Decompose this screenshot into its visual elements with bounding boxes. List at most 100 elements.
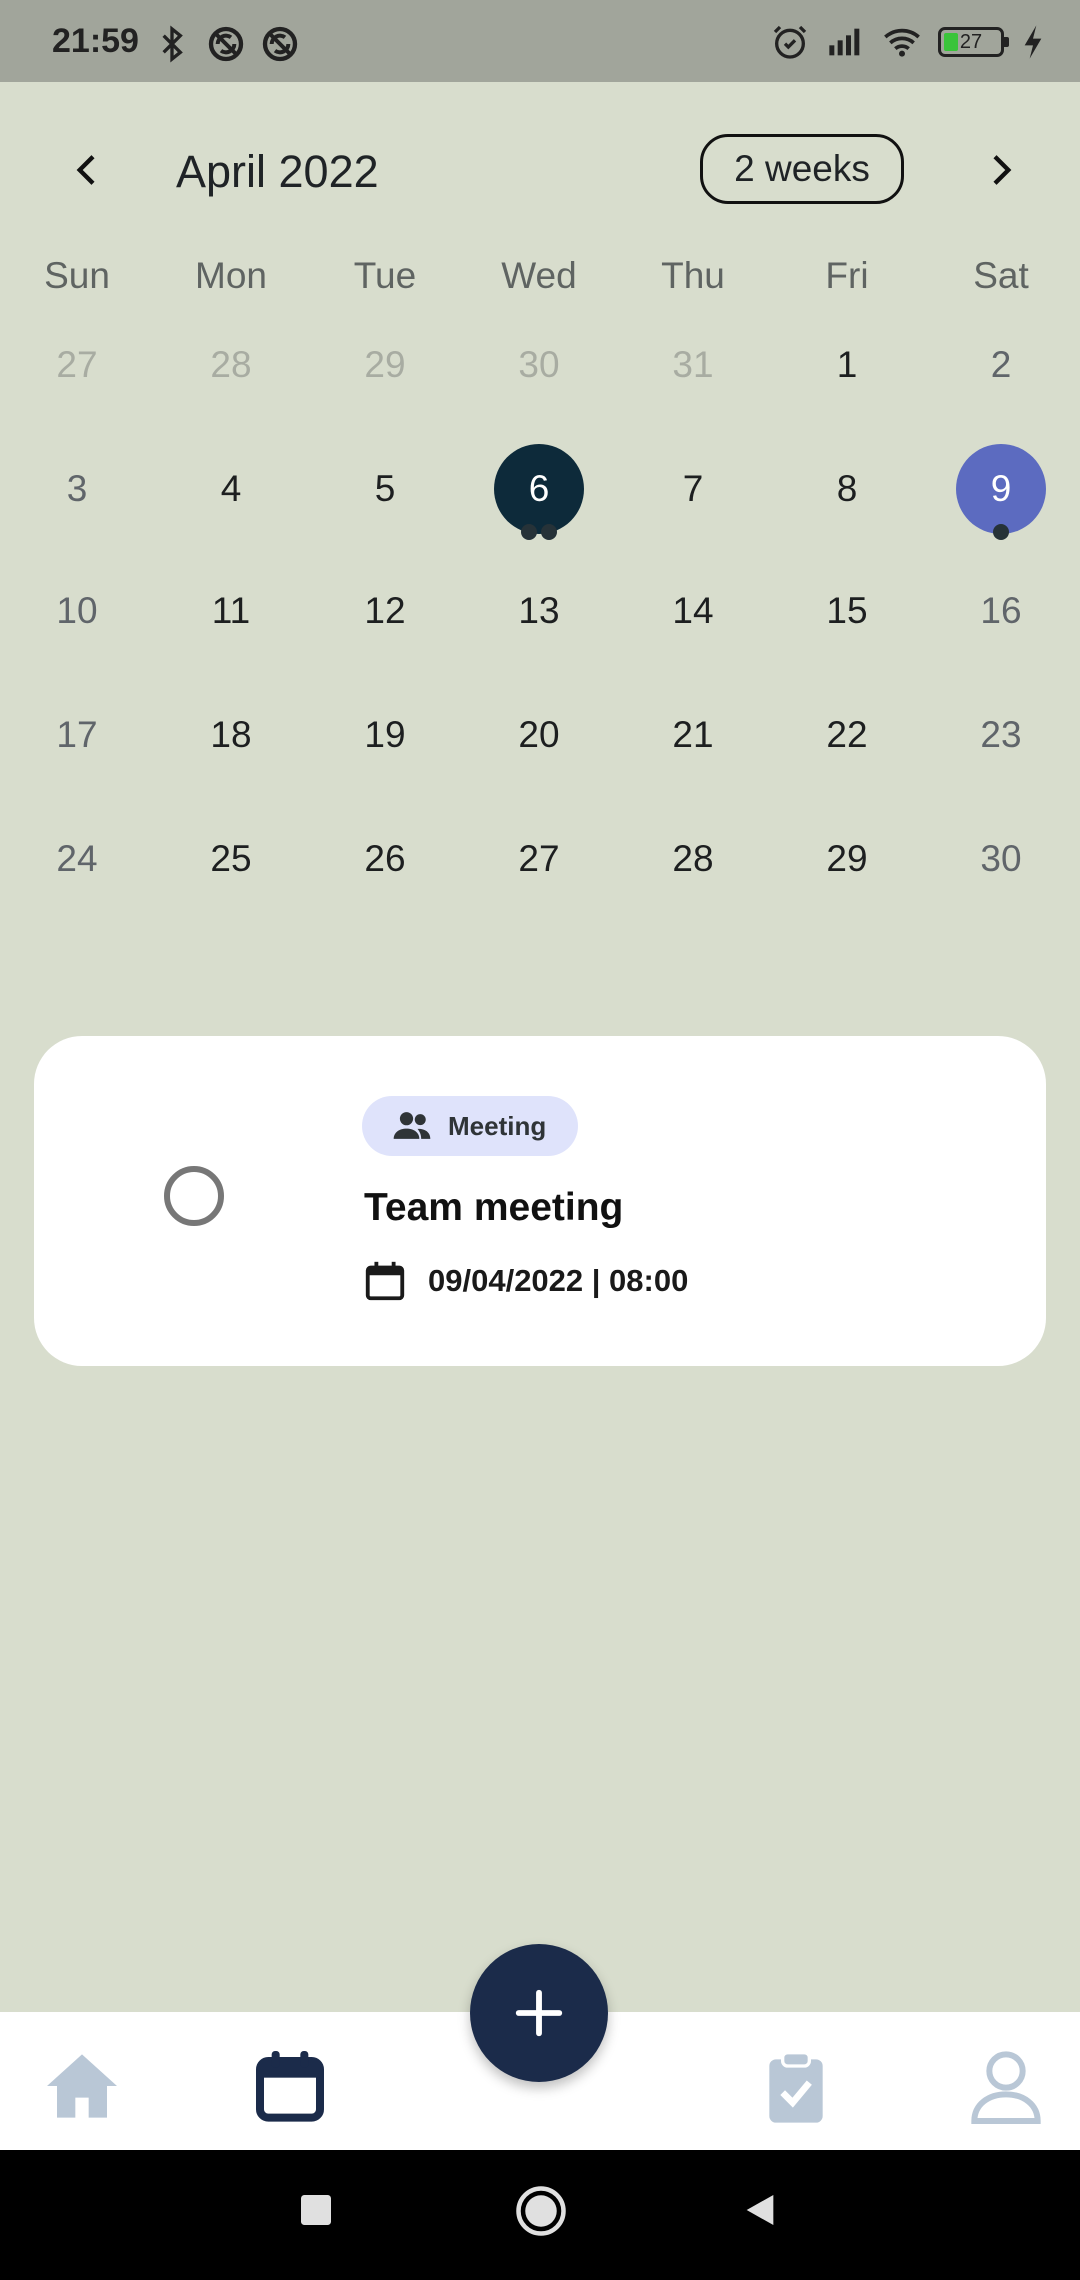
day-number: 30 — [518, 344, 560, 385]
calendar-day[interactable]: 27 — [462, 814, 616, 904]
task-complete-checkbox[interactable] — [164, 1166, 224, 1226]
add-task-button[interactable] — [470, 1944, 608, 2082]
signal-icon — [829, 28, 860, 56]
day-number: 29 — [364, 344, 406, 385]
calendar-day[interactable]: 30 — [924, 814, 1078, 904]
calendar-day[interactable]: 14 — [616, 566, 770, 656]
calendar-day[interactable]: 29 — [770, 814, 924, 904]
day-number: 21 — [672, 714, 714, 755]
calendar-day[interactable]: 27 — [0, 320, 154, 410]
calendar-day-selected[interactable]: 9 — [924, 444, 1078, 540]
weekday-label: Tue — [353, 255, 417, 296]
task-datetime: 09/04/2022 | 08:00 — [428, 1263, 689, 1298]
calendar-day[interactable]: 30 — [462, 320, 616, 410]
calendar-icon[interactable] — [250, 2046, 330, 2126]
event-dot — [541, 524, 557, 540]
sync-off-icon — [208, 26, 244, 62]
system-navigation-bar — [0, 2150, 1080, 2280]
day-number: 11 — [211, 590, 251, 631]
day-number: 28 — [672, 838, 714, 879]
day-number: 22 — [826, 714, 868, 755]
calendar-day[interactable]: 15 — [770, 566, 924, 656]
calendar-day[interactable]: 2 — [924, 320, 1078, 410]
day-number: 6 — [528, 468, 550, 509]
calendar-day[interactable]: 11 — [154, 566, 308, 656]
event-dot — [993, 524, 1009, 540]
day-number: 18 — [210, 714, 252, 755]
plus-icon — [515, 1989, 563, 2037]
day-number: 17 — [56, 714, 98, 755]
calendar-day[interactable]: 29 — [308, 320, 462, 410]
task-title: Team meeting — [364, 1186, 624, 1229]
home-icon[interactable] — [42, 2046, 122, 2126]
day-number: 8 — [836, 468, 858, 509]
calendar-day[interactable]: 17 — [0, 690, 154, 780]
day-number: 9 — [990, 468, 1012, 509]
calendar-day[interactable]: 18 — [154, 690, 308, 780]
weekday-label: Fri — [825, 255, 869, 296]
calendar-day[interactable]: 20 — [462, 690, 616, 780]
calendar-day[interactable]: 31 — [616, 320, 770, 410]
previous-month-button[interactable] — [58, 140, 118, 200]
calendar-day[interactable]: 28 — [154, 320, 308, 410]
day-number: 1 — [836, 344, 858, 385]
clipboard-check-icon[interactable] — [756, 2046, 836, 2126]
status-bar: 21:59 27 — [0, 0, 1080, 82]
day-number: 29 — [826, 838, 868, 879]
range-toggle-button[interactable]: 2 weeks — [700, 134, 904, 204]
calendar-day[interactable]: 25 — [154, 814, 308, 904]
calendar-day[interactable]: 23 — [924, 690, 1078, 780]
calendar-day[interactable]: 3 — [0, 444, 154, 534]
weekday-label: Mon — [195, 255, 267, 296]
calendar-header: April 2022 2 weeks — [0, 120, 1080, 220]
person-icon[interactable] — [966, 2046, 1046, 2126]
calendar-day[interactable]: 10 — [0, 566, 154, 656]
calendar-day[interactable]: 12 — [308, 566, 462, 656]
calendar-day[interactable]: 7 — [616, 444, 770, 534]
day-number: 2 — [990, 344, 1012, 385]
calendar-day[interactable]: 16 — [924, 566, 1078, 656]
calendar-day[interactable]: 13 — [462, 566, 616, 656]
chevron-left-icon — [76, 155, 95, 185]
calendar-icon — [365, 1261, 405, 1301]
weekday-label: Sat — [973, 255, 1029, 296]
day-number: 24 — [56, 838, 98, 879]
calendar-day[interactable]: 24 — [0, 814, 154, 904]
day-number: 14 — [672, 590, 714, 631]
next-month-button[interactable] — [970, 140, 1030, 200]
calendar-day[interactable]: 28 — [616, 814, 770, 904]
day-number: 13 — [518, 590, 560, 631]
event-dot — [521, 524, 537, 540]
calendar-day-today[interactable]: 6 — [462, 444, 616, 540]
calendar-day[interactable]: 1 — [770, 320, 924, 410]
wifi-icon — [884, 28, 920, 57]
day-number: 23 — [980, 714, 1022, 755]
calendar-day[interactable]: 21 — [616, 690, 770, 780]
bluetooth-icon — [162, 25, 183, 63]
calendar-day[interactable]: 22 — [770, 690, 924, 780]
home-circle-icon[interactable] — [514, 2184, 568, 2238]
battery-level: 27 — [959, 31, 983, 53]
task-card[interactable]: Meeting Team meeting 09/04/2022 | 08:00 — [34, 1036, 1046, 1366]
calendar-day[interactable]: 5 — [308, 444, 462, 534]
weekday-header: Sun Mon Tue Wed Thu Fri Sat — [0, 255, 1080, 305]
recents-icon[interactable] — [296, 2190, 336, 2230]
day-number: 20 — [518, 714, 560, 755]
task-date-row: 09/04/2022 | 08:00 — [362, 1258, 688, 1304]
day-number: 12 — [364, 590, 406, 631]
calendar-day[interactable]: 4 — [154, 444, 308, 534]
weekday-label: Thu — [661, 255, 725, 296]
day-number: 16 — [980, 590, 1022, 631]
calendar-day[interactable]: 19 — [308, 690, 462, 780]
day-number: 10 — [56, 590, 98, 631]
day-number: 19 — [364, 714, 406, 755]
back-icon[interactable] — [740, 2190, 780, 2230]
battery-icon: 27 — [938, 27, 1009, 57]
day-number: 4 — [220, 468, 242, 509]
status-time: 21:59 — [52, 22, 139, 60]
calendar-day[interactable]: 26 — [308, 814, 462, 904]
weekday-label: Sun — [44, 255, 110, 296]
day-number: 31 — [672, 344, 714, 385]
day-number: 27 — [56, 344, 98, 385]
calendar-day[interactable]: 8 — [770, 444, 924, 534]
